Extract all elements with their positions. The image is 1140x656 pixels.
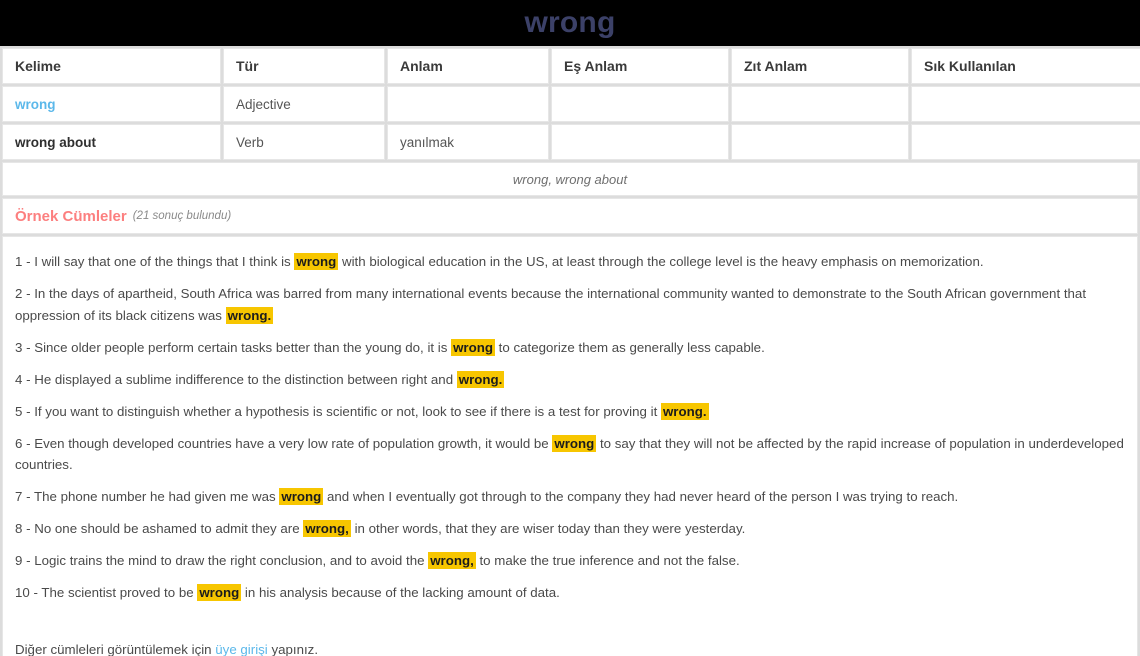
highlighted-keyword: wrong <box>197 584 242 602</box>
word-table-body: Kelime Tür Anlam Eş Anlam Zıt Anlam Sık … <box>2 48 1140 160</box>
example-sentence: 5 - If you want to distinguish whether a… <box>15 401 1125 423</box>
sentence-text-after: and when I eventually got through to the… <box>323 489 959 505</box>
highlighted-keyword: wrong <box>552 434 597 452</box>
sentence-number: 9 - <box>15 553 35 569</box>
sentence-text-before: I will say that one of the things that I… <box>34 254 295 269</box>
cell-zit-anlam <box>731 124 909 160</box>
sentence-text-before: No one should be ashamed to admit they a… <box>34 521 304 537</box>
example-sentences-panel: 1 - I will say that one of the things th… <box>2 236 1138 656</box>
sentence-number: 2 - <box>15 286 35 302</box>
table-row: wrong Adjective <box>2 86 1140 122</box>
sentence-number: 8 - <box>15 521 35 537</box>
sentence-text-before: If you want to distinguish whether a hyp… <box>34 403 661 419</box>
section-title: Örnek Cümleler <box>15 207 127 225</box>
sentence-number: 4 - <box>15 371 35 387</box>
column-header-kelime: Kelime <box>2 48 221 84</box>
example-sentences-header: Örnek Cümleler (21 sonuç bulundu) <box>2 198 1138 234</box>
membership-notice-after: yapınız. <box>267 641 319 656</box>
highlighted-keyword: wrong. <box>225 306 274 324</box>
sentence-text-before: He displayed a sublime indifference to t… <box>34 371 457 387</box>
sentence-number: 7 - <box>15 489 34 505</box>
highlighted-keyword: wrong. <box>660 402 709 420</box>
example-sentence: 7 - The phone number he had given me was… <box>15 486 1125 508</box>
highlighted-keyword: wrong <box>451 338 495 356</box>
cell-anlam <box>387 86 549 122</box>
member-login-link[interactable]: üye girişi <box>215 642 267 656</box>
example-sentence: 1 - I will say that one of the things th… <box>15 251 1125 273</box>
sentence-text-before: Since older people perform certain tasks… <box>34 339 452 355</box>
column-header-sik-kullanilan: Sık Kullanılan <box>911 48 1140 84</box>
cell-kelime: wrong about <box>2 124 221 160</box>
sentence-text-before: The phone number he had given me was <box>33 489 280 505</box>
sentence-text-before: Logic trains the mind to draw the right … <box>34 553 429 569</box>
sentence-number: 10 - <box>15 585 42 601</box>
word-link-wrong[interactable]: wrong <box>15 97 56 112</box>
sentence-list: 1 - I will say that one of the things th… <box>15 251 1125 604</box>
highlighted-keyword: wrong, <box>303 520 351 538</box>
cell-anlam: yanılmak <box>387 124 549 160</box>
cell-tur: Adjective <box>223 86 385 122</box>
site-masthead: wrong <box>0 0 1140 46</box>
table-row: wrong about Verb yanılmak <box>2 124 1140 160</box>
sentence-text-before: Even though developed countries have a v… <box>34 435 553 451</box>
column-header-anlam: Anlam <box>387 48 549 84</box>
cell-es-anlam <box>551 86 729 122</box>
column-header-es-anlam: Eş Anlam <box>551 48 729 84</box>
sentence-number: 5 - <box>15 403 35 419</box>
sentence-text-after: in other words, that they are wiser toda… <box>350 521 746 537</box>
cell-es-anlam <box>551 124 729 160</box>
example-sentence: 8 - No one should be ashamed to admit th… <box>15 518 1125 540</box>
word-summary-text: wrong, wrong about <box>512 171 628 187</box>
page-title: wrong <box>524 6 616 39</box>
example-sentence: 9 - Logic trains the mind to draw the ri… <box>15 550 1125 572</box>
sentence-number: 3 - <box>15 339 35 355</box>
highlighted-keyword: wrong <box>294 253 339 270</box>
table-header-row: Kelime Tür Anlam Eş Anlam Zıt Anlam Sık … <box>2 48 1140 84</box>
cell-zit-anlam <box>731 86 909 122</box>
sentence-text-before: The scientist proved to be <box>41 585 198 601</box>
membership-notice-before: Diğer cümleleri görüntülemek için <box>15 641 216 656</box>
column-header-zit-anlam: Zıt Anlam <box>731 48 909 84</box>
highlighted-keyword: wrong. <box>456 370 505 388</box>
example-sentence: 2 - In the days of apartheid, South Afri… <box>15 283 1125 326</box>
membership-notice: Diğer cümleleri görüntülemek için üye gi… <box>15 642 1125 656</box>
cell-sik-kullanilan <box>911 86 1140 122</box>
example-sentence: 4 - He displayed a sublime indifference … <box>15 369 1125 391</box>
sentence-text-after: to categorize them as generally less cap… <box>494 339 765 355</box>
sentence-text-after: in his analysis because of the lacking a… <box>241 585 560 601</box>
sentence-text-before: In the days of apartheid, South Africa w… <box>15 286 1087 323</box>
cell-kelime: wrong <box>2 86 221 122</box>
sentence-text-after: to make the true inference and not the f… <box>475 553 740 569</box>
result-count-label: (21 sonuç bulundu) <box>132 210 232 222</box>
cell-tur: Verb <box>223 124 385 160</box>
highlighted-keyword: wrong <box>279 488 324 506</box>
cell-sik-kullanilan <box>911 124 1140 160</box>
column-header-tur: Tür <box>223 48 385 84</box>
sentence-text-after: with biological education in the US, at … <box>338 254 984 269</box>
word-definition-table: Kelime Tür Anlam Eş Anlam Zıt Anlam Sık … <box>0 46 1140 162</box>
example-sentence: 10 - The scientist proved to be wrong in… <box>15 582 1125 604</box>
example-sentence: 3 - Since older people perform certain t… <box>15 337 1125 359</box>
sentence-number: 1 - <box>15 254 35 269</box>
example-sentence: 6 - Even though developed countries have… <box>15 433 1125 476</box>
word-label-wrong-about: wrong about <box>15 134 96 150</box>
highlighted-keyword: wrong, <box>428 552 476 570</box>
word-summary-bar: wrong, wrong about <box>2 162 1138 196</box>
sentence-number: 6 - <box>15 435 35 451</box>
